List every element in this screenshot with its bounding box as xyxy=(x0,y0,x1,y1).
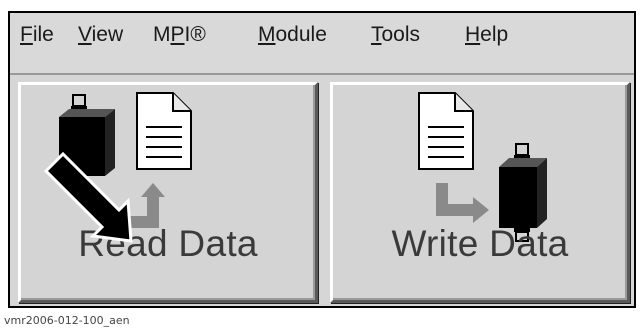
module-icon xyxy=(59,94,115,191)
menu-bar: File View MPI® Module Tools Help xyxy=(10,13,634,75)
figure-caption: vmr2006-012-100_aen xyxy=(4,314,130,327)
read-data-label: Read Data xyxy=(78,223,258,264)
arrow-right-icon xyxy=(436,183,489,223)
menu-tools[interactable]: Tools xyxy=(371,23,420,47)
write-data-label: Write Data xyxy=(391,223,569,264)
arrow-up-icon xyxy=(123,183,165,228)
document-icon xyxy=(418,92,474,170)
menu-view[interactable]: View xyxy=(78,23,123,47)
menu-help[interactable]: Help xyxy=(465,23,508,47)
menu-file[interactable]: File xyxy=(20,23,54,47)
write-data-button[interactable]: Write Data xyxy=(330,82,630,303)
menu-mpi[interactable]: MPI® xyxy=(153,23,206,47)
menu-module[interactable]: Module xyxy=(258,23,327,47)
application-window: File View MPI® Module Tools Help Read Da… xyxy=(8,11,636,308)
document-icon xyxy=(136,92,192,170)
read-data-button[interactable]: Read Data xyxy=(18,82,318,303)
